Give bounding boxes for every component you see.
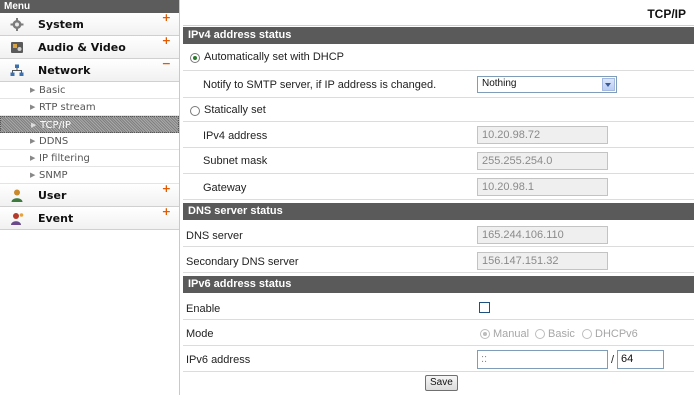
- dhcp-radio[interactable]: [190, 53, 200, 63]
- sidebar-item-label: Network: [38, 64, 91, 77]
- notify-select-value: Nothing: [482, 78, 517, 89]
- user-icon: [11, 189, 23, 202]
- network-submenu: ▶ Basic ▶ RTP stream ▶ TCP/IP ▶ DDNS ▶ I…: [0, 82, 179, 184]
- sidebar-subitem-tcp-ip[interactable]: ▶ TCP/IP: [0, 116, 179, 133]
- sidebar-subitem-label: SNMP: [39, 170, 68, 181]
- gateway-field[interactable]: 10.20.98.1: [477, 178, 608, 196]
- mode-label: Mode: [186, 328, 214, 340]
- chevron-down-icon[interactable]: [602, 78, 615, 91]
- arrow-right-icon: ▶: [30, 154, 36, 162]
- sidebar-subitem-ip-filtering[interactable]: ▶ IP filtering: [0, 150, 179, 167]
- gear-icon: [10, 18, 24, 31]
- sidebar-item-label: System: [38, 18, 84, 31]
- gateway-label: Gateway: [203, 182, 247, 194]
- ipv6-mode-row: Mode Manual Basic DHCPv6: [183, 321, 694, 346]
- subnet-mask-field[interactable]: 255.255.254.0: [477, 152, 608, 170]
- secondary-dns-row: Secondary DNS server 156.147.151.32: [183, 248, 694, 273]
- dhcp-row: Automatically set with DHCP: [183, 46, 694, 71]
- subnet-mask-row: Subnet mask 255.255.254.0: [183, 149, 694, 174]
- sidebar-subitem-ddns[interactable]: ▶ DDNS: [0, 133, 179, 150]
- ipv6-address-input[interactable]: ::: [477, 350, 608, 369]
- gateway-row: Gateway 10.20.98.1: [183, 175, 694, 200]
- sidebar-item-label: User: [38, 189, 67, 202]
- sidebar-item-network[interactable]: Network −: [0, 57, 179, 82]
- sidebar-subitem-label: DDNS: [39, 136, 69, 147]
- ipv4-address-row: IPv4 address 10.20.98.72: [183, 123, 694, 148]
- ipv6-address-row: IPv6 address :: / 64: [183, 347, 694, 372]
- dhcp-label: Automatically set with DHCP: [204, 51, 344, 63]
- sidebar-subitem-label: TCP/IP: [40, 120, 71, 131]
- expand-icon[interactable]: +: [162, 200, 171, 223]
- mode-manual-radio[interactable]: [480, 329, 490, 339]
- ipv6-enable-row: Enable: [183, 295, 694, 320]
- ipv6-prefix-input[interactable]: 64: [617, 350, 664, 369]
- sidebar-subitem-label: IP filtering: [39, 153, 90, 164]
- sidebar-item-label: Audio & Video: [38, 41, 126, 54]
- dns-server-label: DNS server: [186, 230, 243, 242]
- section-header-ipv4: IPv4 address status: [183, 27, 694, 44]
- sidebar-item-label: Event: [38, 212, 74, 225]
- notify-row: Notify to SMTP server, if IP address is …: [183, 71, 694, 96]
- sidebar-subitem-snmp[interactable]: ▶ SNMP: [0, 167, 179, 184]
- sidebar-menu: Menu System + Audio & Video + Network − …: [0, 0, 180, 395]
- dns-server-row: DNS server 165.244.106.110: [183, 222, 694, 247]
- secondary-dns-label: Secondary DNS server: [186, 256, 299, 268]
- arrow-right-icon: ▶: [30, 137, 36, 145]
- ipv4-address-field[interactable]: 10.20.98.72: [477, 126, 608, 144]
- title-divider: [183, 25, 694, 26]
- section-header-ipv6: IPv6 address status: [183, 276, 694, 293]
- notify-select[interactable]: Nothing: [477, 76, 617, 93]
- arrow-right-icon: ▶: [31, 121, 37, 129]
- expand-icon[interactable]: +: [162, 6, 171, 29]
- arrow-right-icon: ▶: [30, 86, 36, 94]
- prefix-separator: /: [611, 354, 615, 366]
- camera-icon: [11, 42, 23, 53]
- mode-basic-label: Basic: [548, 328, 575, 340]
- network-icon: [10, 64, 24, 76]
- sidebar-item-audio-video[interactable]: Audio & Video +: [0, 34, 179, 59]
- section-header-dns: DNS server status: [183, 203, 694, 220]
- sidebar-subitem-rtp-stream[interactable]: ▶ RTP stream: [0, 99, 179, 116]
- menu-header: Menu: [0, 0, 179, 13]
- static-row: Statically set: [183, 97, 694, 122]
- page-title: TCP/IP: [647, 7, 686, 21]
- sidebar-subitem-basic[interactable]: ▶ Basic: [0, 82, 179, 99]
- mode-dhcpv6-radio[interactable]: [582, 329, 592, 339]
- sidebar-subitem-label: Basic: [39, 85, 66, 96]
- static-label: Statically set: [204, 104, 266, 116]
- expand-icon[interactable]: +: [162, 29, 171, 52]
- mode-dhcpv6-label: DHCPv6: [595, 328, 638, 340]
- save-button[interactable]: Save: [425, 375, 458, 391]
- ipv6-address-label: IPv6 address: [186, 354, 251, 366]
- ipv4-address-label: IPv4 address: [203, 130, 268, 142]
- arrow-right-icon: ▶: [30, 103, 36, 111]
- sidebar-subitem-label: RTP stream: [39, 102, 96, 113]
- collapse-icon[interactable]: −: [162, 52, 171, 75]
- mode-manual-label: Manual: [493, 328, 530, 340]
- sidebar-item-system[interactable]: System +: [0, 11, 179, 36]
- ipv6-enable-checkbox[interactable]: [479, 302, 490, 313]
- dns-server-field[interactable]: 165.244.106.110: [477, 226, 608, 244]
- arrow-right-icon: ▶: [30, 171, 36, 179]
- static-radio[interactable]: [190, 106, 200, 116]
- sidebar-item-user[interactable]: User +: [0, 182, 179, 207]
- notify-label: Notify to SMTP server, if IP address is …: [203, 79, 437, 91]
- secondary-dns-field[interactable]: 156.147.151.32: [477, 252, 608, 270]
- enable-label: Enable: [186, 303, 221, 315]
- subnet-mask-label: Subnet mask: [203, 155, 268, 167]
- main-content: TCP/IP IPv4 address status Automatically…: [183, 0, 694, 395]
- expand-icon[interactable]: +: [162, 177, 171, 200]
- mode-basic-radio[interactable]: [535, 329, 545, 339]
- event-icon: [11, 213, 24, 225]
- sidebar-item-event[interactable]: Event +: [0, 205, 179, 230]
